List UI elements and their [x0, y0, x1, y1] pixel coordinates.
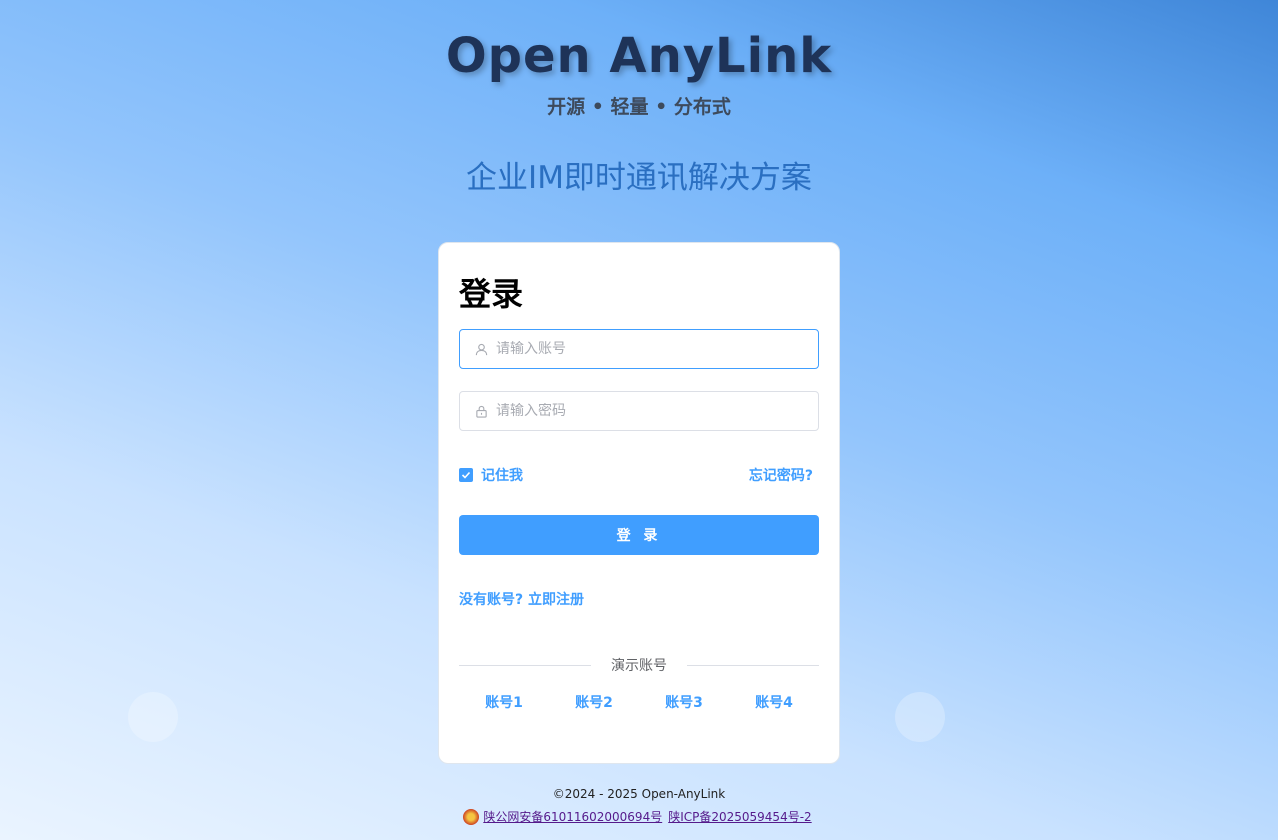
remember-me-label[interactable]: 记住我 — [481, 465, 523, 485]
demo-accounts-label: 演示账号 — [611, 658, 667, 674]
account-input[interactable] — [496, 341, 806, 357]
brand-title: Open AnyLink — [445, 28, 833, 84]
decorative-bubble-left — [128, 692, 178, 742]
divider-line-right — [687, 664, 819, 666]
police-record-link[interactable]: 陕公网安备61011602000694号 — [483, 808, 662, 825]
user-icon — [474, 342, 488, 356]
account-field[interactable] — [459, 329, 819, 369]
register-link[interactable]: 没有账号? 立即注册 — [459, 589, 584, 609]
police-emblem-icon — [463, 808, 480, 825]
brand-slogan: 企业IM即时通讯解决方案 — [466, 160, 812, 196]
demo-account-2-link[interactable]: 账号2 — [549, 692, 639, 712]
login-card: 登录 记住我 忘记密码? 登 录 没有账号? 立即注册 演示账号 账号1 账号2… — [438, 242, 840, 764]
demo-account-1-link[interactable]: 账号1 — [459, 692, 549, 712]
brand-subtitle: 开源 • 轻量 • 分布式 — [547, 96, 731, 118]
lock-icon — [474, 404, 488, 418]
remember-me-checkbox[interactable]: 记住我 — [459, 465, 523, 485]
footer-records: 陕公网安备61011602000694号 陕ICP备2025059454号-2 — [0, 808, 1278, 825]
forgot-password-link[interactable]: 忘记密码? — [749, 465, 813, 485]
demo-account-4-link[interactable]: 账号4 — [729, 692, 819, 712]
icp-record-link[interactable]: 陕ICP备2025059454号-2 — [668, 808, 811, 825]
decorative-bubble-right — [895, 692, 945, 742]
demo-account-3-link[interactable]: 账号3 — [639, 692, 729, 712]
login-title: 登录 — [459, 275, 524, 313]
footer-copyright: ©2024 - 2025 Open-AnyLink — [552, 787, 726, 801]
password-input[interactable] — [496, 403, 806, 419]
login-button[interactable]: 登 录 — [459, 515, 819, 555]
demo-accounts-list: 账号1 账号2 账号3 账号4 — [459, 692, 819, 712]
checkbox-checked-icon[interactable] — [459, 468, 473, 482]
divider-line-left — [459, 664, 591, 666]
password-field[interactable] — [459, 391, 819, 431]
demo-accounts-divider: 演示账号 — [459, 655, 819, 675]
